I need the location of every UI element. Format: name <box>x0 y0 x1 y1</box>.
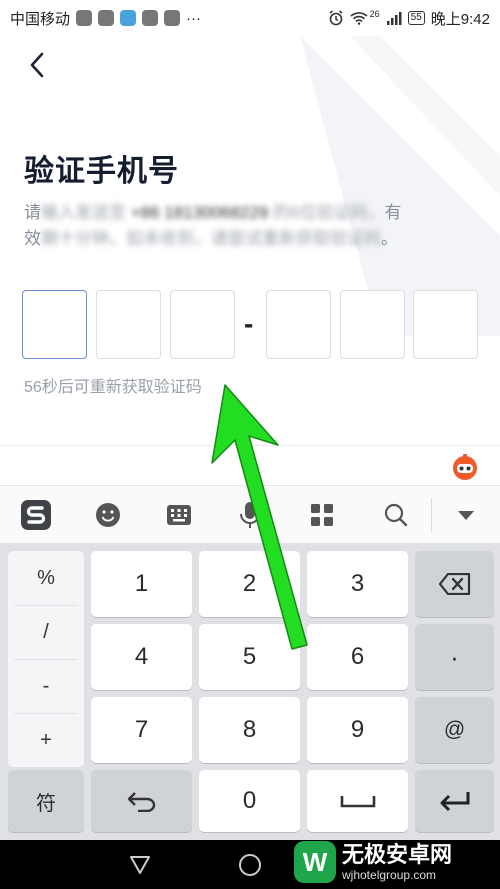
backspace-key[interactable] <box>415 551 494 617</box>
desc-text: 请 <box>24 203 41 222</box>
space-bar-icon <box>340 796 375 808</box>
key-0[interactable]: 0 <box>199 770 300 832</box>
keyboard-switch-button[interactable] <box>155 486 203 544</box>
emoji-button[interactable] <box>84 486 132 544</box>
ime-search-button[interactable] <box>372 486 420 544</box>
battery-indicator: 55 <box>407 11 425 25</box>
verification-description: 请输入发送至 +86 18130068229 的6位验证码，有 效期十分钟。如未… <box>24 200 474 252</box>
keyboard-icon <box>167 505 191 525</box>
key-3[interactable]: 3 <box>307 551 408 617</box>
code-digit-box-1[interactable] <box>22 290 87 359</box>
assistant-robot-icon[interactable] <box>450 452 480 482</box>
symbol-column: % / - + <box>8 551 84 767</box>
watermark-title: 无极安卓网 <box>342 842 453 867</box>
watermark-url: wjhotelgroup.com <box>342 868 437 882</box>
enter-key[interactable] <box>415 770 494 832</box>
microphone-icon <box>240 502 260 528</box>
phone-number-blurred: +86 18130068229 <box>130 203 269 222</box>
backspace-icon <box>438 573 470 595</box>
desc-text: 有 <box>384 203 402 222</box>
resend-countdown: 56秒后可重新获取验证码 <box>24 379 202 396</box>
key-7[interactable]: 7 <box>91 697 192 763</box>
page-title: 验证手机号 <box>24 155 179 188</box>
alarm-icon <box>329 10 343 26</box>
watermark-logo-icon: W <box>294 841 336 883</box>
code-digit-box-2[interactable] <box>96 290 161 359</box>
code-digit-box-5[interactable] <box>340 290 405 359</box>
key-5[interactable]: 5 <box>199 624 300 690</box>
desc-text: 。 <box>381 229 398 248</box>
caret-down-icon <box>458 511 474 520</box>
symbol-key-slash[interactable]: / <box>8 605 84 659</box>
key-2[interactable]: 2 <box>199 551 300 617</box>
verification-code-input[interactable]: - <box>22 290 478 362</box>
site-watermark: W 无极安卓网 wjhotelgroup.com <box>294 839 494 885</box>
notification-app-icon <box>76 10 93 26</box>
notification-app-icon <box>120 10 137 26</box>
nav-home-button[interactable] <box>220 840 280 889</box>
wifi-icon <box>350 12 368 25</box>
key-1[interactable]: 1 <box>91 551 192 617</box>
key-6[interactable]: 6 <box>307 624 408 690</box>
code-digit-box-3[interactable] <box>170 290 235 359</box>
undo-arrow-icon <box>127 792 155 812</box>
clock-label: 晚上9:42 <box>430 10 490 28</box>
key-4[interactable]: 4 <box>91 624 192 690</box>
toolbar-divider <box>431 498 432 532</box>
desc-text: 效 <box>24 229 41 248</box>
back-button[interactable] <box>20 48 54 82</box>
code-separator: - <box>244 308 254 339</box>
symbol-key-minus[interactable]: - <box>8 659 84 713</box>
notification-app-icon <box>142 10 159 26</box>
desc-text-blurred: 的6位验证码， <box>273 203 385 222</box>
divider <box>0 445 500 446</box>
system-navigation-bar: W 无极安卓网 wjhotelgroup.com <box>0 840 500 889</box>
key-dot[interactable]: · <box>415 624 494 690</box>
code-digit-box-6[interactable] <box>413 290 478 359</box>
ime-toolbar <box>0 485 500 543</box>
status-bar: 中国移动 ··· 26 55 晚上9:42 <box>0 0 500 36</box>
chevron-left-icon <box>30 52 44 78</box>
toolbox-button[interactable] <box>298 486 346 544</box>
carrier-label: 中国移动 <box>10 10 71 28</box>
desc-text-blurred: 期十分钟。如未收到，请尝试重新获取验证码 <box>41 229 381 248</box>
overflow-indicator: ··· <box>186 9 202 27</box>
symbol-key-plus[interactable]: + <box>8 713 84 767</box>
emoji-icon <box>96 503 120 527</box>
network-type-label: 26 <box>369 9 380 19</box>
circle-home-icon <box>239 853 261 876</box>
key-9[interactable]: 9 <box>307 697 408 763</box>
notification-app-icon <box>164 10 181 26</box>
enter-icon <box>440 792 469 812</box>
search-icon <box>384 503 408 527</box>
key-at[interactable]: @ <box>415 697 494 763</box>
voice-input-button[interactable] <box>226 486 274 544</box>
code-digit-box-4[interactable] <box>266 290 331 359</box>
signal-icon <box>386 12 402 25</box>
notification-app-icon <box>98 10 115 26</box>
desc-text-blurred: 输入发送至 <box>41 203 126 222</box>
sogou-s-icon <box>21 500 51 530</box>
collapse-keyboard-button[interactable] <box>442 486 490 544</box>
symbol-key-percent[interactable]: % <box>8 551 84 605</box>
space-key[interactable] <box>307 770 408 832</box>
grid-apps-icon <box>311 504 333 526</box>
numeric-keyboard: % / - + 1 2 3 4 5 6 · 7 8 9 @ 符 0 <box>0 543 500 840</box>
symbols-key[interactable]: 符 <box>8 770 84 832</box>
triangle-back-icon <box>130 855 150 874</box>
return-key[interactable] <box>91 770 192 832</box>
sogou-logo-button[interactable] <box>10 486 62 544</box>
key-8[interactable]: 8 <box>199 697 300 763</box>
nav-back-button[interactable] <box>110 840 170 889</box>
